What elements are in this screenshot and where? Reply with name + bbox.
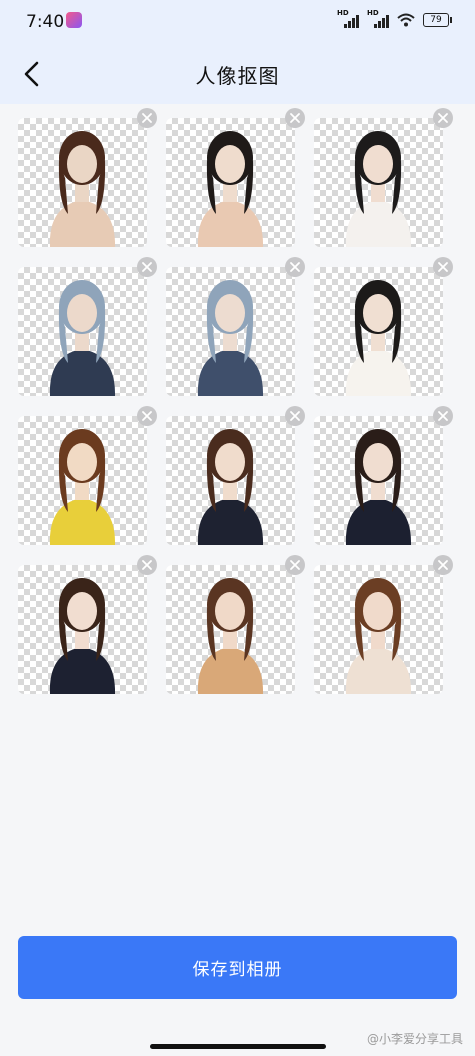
- remove-image-button[interactable]: [285, 108, 305, 128]
- remove-image-button[interactable]: [433, 555, 453, 575]
- portrait-cutout-image: [345, 280, 412, 396]
- home-indicator[interactable]: [150, 1044, 326, 1049]
- close-icon: [142, 560, 152, 570]
- close-icon: [142, 262, 152, 272]
- close-icon: [290, 262, 300, 272]
- close-icon: [290, 560, 300, 570]
- cutout-card[interactable]: [314, 118, 443, 247]
- remove-image-button[interactable]: [285, 406, 305, 426]
- cutout-card[interactable]: [18, 118, 147, 247]
- app-notification-icon: [66, 12, 82, 28]
- watermark: @小李爱分享工具: [366, 1032, 463, 1046]
- close-icon: [438, 113, 448, 123]
- portrait-cutout-image: [49, 578, 116, 694]
- page-title: 人像抠图: [195, 64, 280, 88]
- portrait-cutout-image: [49, 131, 116, 247]
- battery-icon: 79: [423, 13, 452, 27]
- signal-icon: HD: [367, 9, 389, 28]
- portrait-cutout-image: [197, 429, 264, 545]
- cutout-card[interactable]: [18, 565, 147, 694]
- remove-image-button[interactable]: [137, 555, 157, 575]
- portrait-cutout-image: [345, 429, 412, 545]
- portrait-cutout-image: [197, 578, 264, 694]
- status-time: 7:40: [26, 12, 65, 32]
- portrait-cutout-image: [197, 131, 264, 247]
- cutout-card[interactable]: [166, 267, 295, 396]
- portrait-cutout-image: [49, 280, 116, 396]
- portrait-cutout-image: [49, 429, 116, 545]
- cutout-card[interactable]: [18, 267, 147, 396]
- portrait-cutout-image: [345, 578, 412, 694]
- cutout-card[interactable]: [314, 267, 443, 396]
- close-icon: [142, 113, 152, 123]
- close-icon: [438, 262, 448, 272]
- portrait-cutout-image: [345, 131, 412, 247]
- cutout-card[interactable]: [166, 118, 295, 247]
- close-icon: [290, 411, 300, 421]
- close-icon: [142, 411, 152, 421]
- cutout-card[interactable]: [314, 565, 443, 694]
- remove-image-button[interactable]: [433, 406, 453, 426]
- wifi-icon: [397, 13, 415, 27]
- cutout-card[interactable]: [166, 565, 295, 694]
- remove-image-button[interactable]: [137, 108, 157, 128]
- remove-image-button[interactable]: [137, 257, 157, 277]
- save-to-album-button[interactable]: 保存到相册: [18, 936, 457, 999]
- cutout-card[interactable]: [18, 416, 147, 545]
- close-icon: [438, 560, 448, 570]
- close-icon: [438, 411, 448, 421]
- remove-image-button[interactable]: [433, 257, 453, 277]
- remove-image-button[interactable]: [433, 108, 453, 128]
- remove-image-button[interactable]: [137, 406, 157, 426]
- status-icons: HD HD 79: [337, 9, 452, 28]
- remove-image-button[interactable]: [285, 257, 305, 277]
- close-icon: [290, 113, 300, 123]
- signal-icon: HD: [337, 9, 359, 28]
- remove-image-button[interactable]: [285, 555, 305, 575]
- cutout-card[interactable]: [314, 416, 443, 545]
- status-bar: 7:40 HD HD 79: [0, 0, 475, 44]
- cutout-card[interactable]: [166, 416, 295, 545]
- portrait-cutout-image: [197, 280, 264, 396]
- header: 人像抠图: [0, 44, 475, 104]
